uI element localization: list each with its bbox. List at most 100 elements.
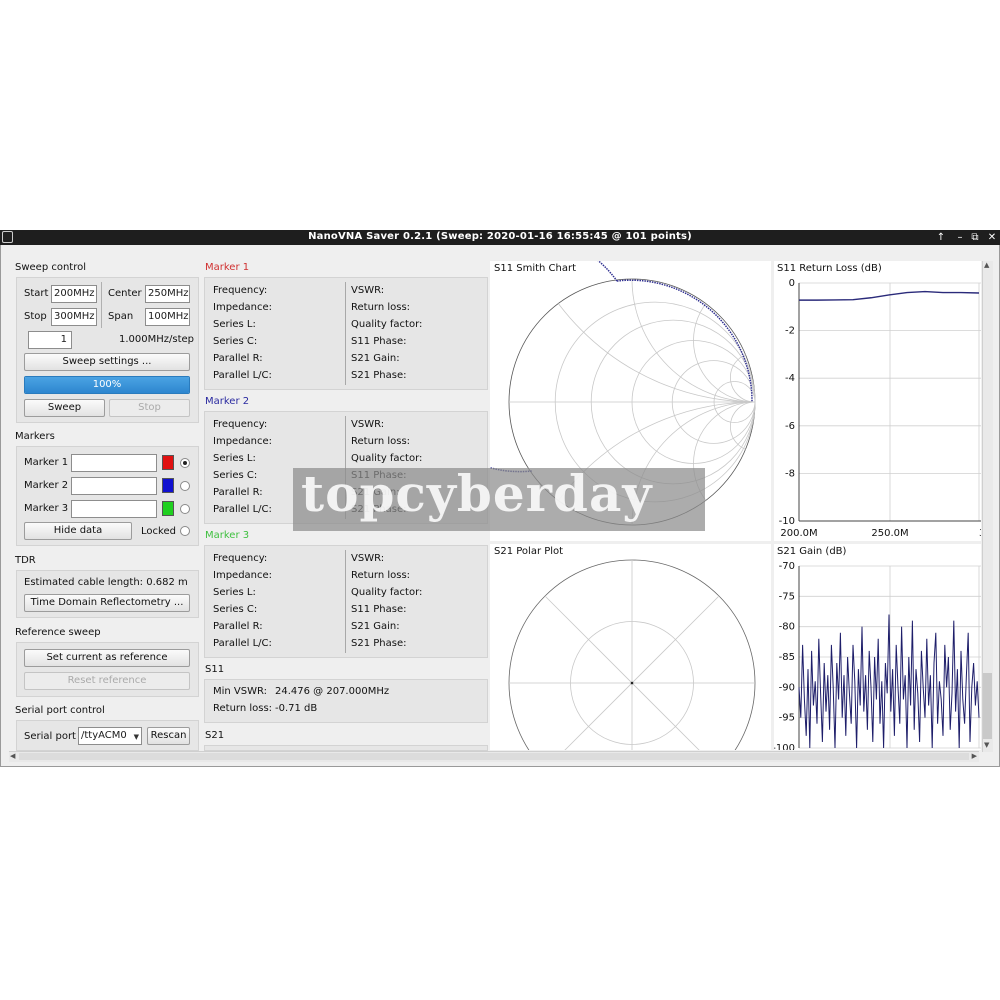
y-tick-label: -90 [779, 682, 795, 693]
chevron-down-icon: ▼ [133, 733, 139, 741]
progress-text: 100% [92, 379, 122, 390]
marker-3-field-label: Parallel L/C: [213, 638, 272, 649]
span-input[interactable]: 100MHz [145, 308, 190, 326]
smith-x-arc [693, 401, 755, 525]
x-tick-label: 300 [979, 528, 981, 539]
marker-3-field-label: Series C: [213, 604, 258, 615]
horizontal-scrollbar[interactable]: ◀ ▶ [9, 751, 979, 762]
y-tick-label: 0 [789, 278, 795, 289]
step-size-label: 1.000MHz/step [119, 334, 195, 345]
marker-1-field-label: Series C: [213, 336, 258, 347]
marker-2-color-button[interactable] [162, 478, 174, 493]
locked-toggle[interactable] [180, 526, 190, 536]
marker-3-radio[interactable] [180, 504, 190, 514]
s11-summary-title: S11 [205, 664, 225, 675]
set-reference-button[interactable]: Set current as reference [24, 649, 190, 667]
smith-x-arc [693, 279, 755, 403]
marker-2-field-label: Series C: [213, 470, 258, 481]
tdr-button[interactable]: Time Domain Reflectometry ... [24, 594, 190, 612]
return-loss-value: -0.71 dB [275, 703, 318, 714]
marker-3-field-label: Impedance: [213, 570, 273, 581]
vertical-scrollbar[interactable]: ▲ ▼ [982, 261, 993, 752]
center-input[interactable]: 250MHz [145, 285, 190, 303]
reset-reference-button[interactable]: Reset reference [24, 672, 190, 690]
return-loss-chart: 0 -2 -4 -6 -8 -10200.0M 250.0M 300 [779, 278, 981, 539]
marker-1-radio[interactable] [180, 458, 190, 468]
marker-3-field-label: Return loss: [351, 570, 411, 581]
y-tick-label: -95 [779, 713, 795, 724]
stop-button[interactable]: Stop [109, 399, 190, 417]
title-bar: NanoVNA Saver 0.2.1 (Sweep: 2020-01-16 1… [0, 230, 1000, 245]
serial-port-select[interactable]: /ttyACM0 ▼ [78, 727, 142, 745]
marker-1-field-label: S21 Phase: [351, 370, 407, 381]
marker-1-field-label: Series L: [213, 319, 256, 330]
marker-1-label: Marker 1 [24, 457, 69, 468]
marker-1-field-label: Frequency: [213, 285, 268, 296]
marker-2-field-label: Frequency: [213, 419, 268, 430]
hscroll-thumb[interactable] [19, 753, 969, 760]
s21-polar-point [630, 681, 634, 685]
sweep-control-title: Sweep control [15, 262, 87, 273]
marker-1-frequency-input[interactable] [71, 454, 157, 472]
marker-2-radio[interactable] [180, 481, 190, 491]
marker-2-field-label: Return loss: [351, 436, 411, 447]
y-tick-label: -75 [779, 591, 795, 602]
s11-trace [490, 261, 618, 473]
minimize-button[interactable]: – [953, 231, 967, 244]
scroll-left-icon[interactable]: ◀ [10, 752, 15, 760]
marker-1-details-title: Marker 1 [205, 262, 250, 273]
y-tick-label: -6 [785, 421, 795, 432]
marker-3-field-label: Parallel R: [213, 621, 263, 632]
marker-2-field-label: Impedance: [213, 436, 273, 447]
y-tick-label: -85 [779, 652, 795, 663]
marker-1-field-label: Parallel L/C: [213, 370, 272, 381]
sweep-progress-bar: 100% [24, 376, 190, 394]
marker-3-field-label: S21 Phase: [351, 638, 407, 649]
center-label: Center [108, 288, 142, 299]
rescan-button[interactable]: Rescan [147, 727, 190, 745]
marker-1-field-label: VSWR: [351, 285, 385, 296]
smith-x-arc [509, 279, 755, 403]
smith-x-arc [729, 352, 755, 403]
serial-port-label: Serial port [24, 731, 76, 742]
serial-port-value: /ttyACM0 [81, 730, 127, 741]
y-tick-label: -10 [779, 516, 795, 527]
cable-length-text: Estimated cable length: 0.682 m [24, 577, 188, 588]
watermark: topcyberday [293, 464, 705, 531]
sweep-button[interactable]: Sweep [24, 399, 105, 417]
keep-above-button[interactable]: ↑ [934, 231, 948, 244]
marker-2-field-label: Parallel L/C: [213, 504, 272, 515]
y-tick-label: -100 [774, 743, 795, 750]
marker-2-details-title: Marker 2 [205, 396, 250, 407]
gain-chart-panel[interactable]: S21 Gain (dB) -70 -75 -80 -85 -90 -95 -100 [774, 544, 981, 750]
tdr-title: TDR [15, 555, 36, 566]
y-tick-label: -4 [785, 373, 795, 384]
hide-data-button[interactable]: Hide data [24, 522, 132, 540]
scroll-up-icon[interactable]: ▲ [984, 261, 989, 269]
return-loss-chart-panel[interactable]: S11 Return Loss (dB) 0 -2 -4 -6 -8 -10 200.0M 2… [774, 261, 981, 541]
marker-2-frequency-input[interactable] [71, 477, 157, 495]
x-tick-label: 200.0M [780, 528, 817, 539]
close-button[interactable]: ✕ [985, 231, 999, 244]
segments-input[interactable]: 1 [28, 331, 72, 349]
marker-2-field-label: Quality factor: [351, 453, 423, 464]
stop-label: Stop [24, 311, 47, 322]
maximize-button[interactable]: ⧉ [968, 231, 982, 244]
marker-1-field-label: Return loss: [351, 302, 411, 313]
min-vswr-value: 24.476 @ 207.000MHz [275, 686, 390, 697]
marker-3-field-label: S11 Phase: [351, 604, 407, 615]
scroll-down-icon[interactable]: ▼ [984, 741, 989, 749]
polar-plot-panel[interactable]: S21 Polar Plot [490, 544, 771, 750]
marker-1-field-label: Parallel R: [213, 353, 263, 364]
scroll-right-icon[interactable]: ▶ [972, 752, 977, 760]
sweep-settings-button[interactable]: Sweep settings ... [24, 353, 190, 371]
start-input[interactable]: 200MHz [51, 285, 97, 303]
marker-3-field-label: VSWR: [351, 553, 385, 564]
marker-1-color-button[interactable] [162, 455, 174, 470]
stop-input[interactable]: 300MHz [51, 308, 97, 326]
marker-1-field-label: S11 Phase: [351, 336, 407, 347]
marker-3-color-button[interactable] [162, 501, 174, 516]
scrollbar-thumb[interactable] [983, 673, 992, 739]
marker-3-frequency-input[interactable] [71, 500, 157, 518]
gain-chart: -70 -75 -80 -85 -90 -95 -100 [774, 561, 981, 750]
